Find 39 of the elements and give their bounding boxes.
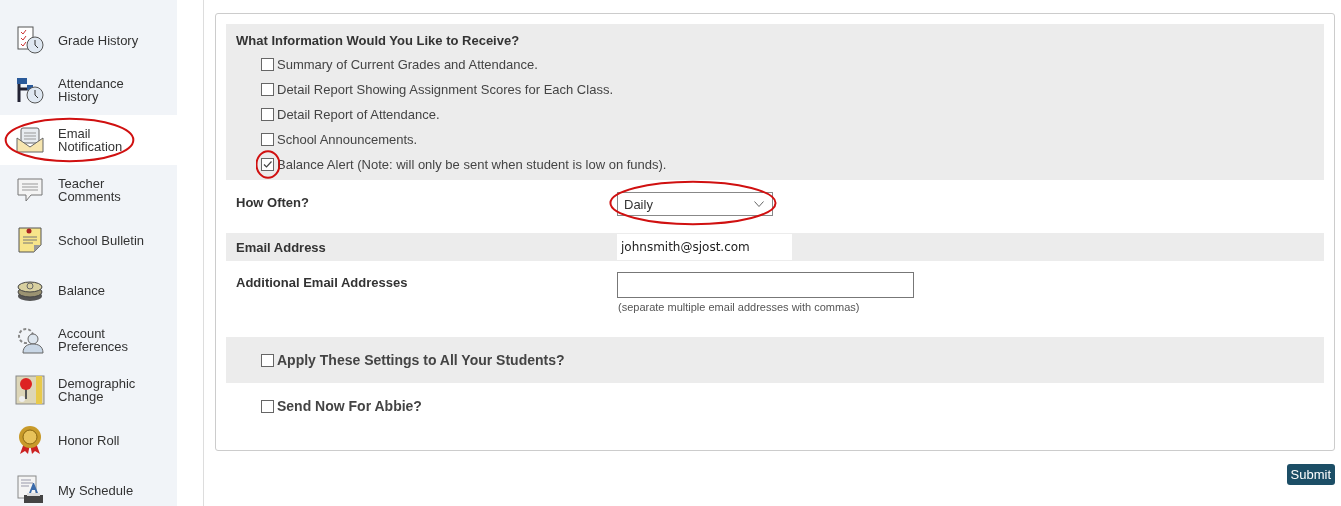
sidebar-item[interactable]: Honor Roll (0, 415, 177, 465)
sidebar-item[interactable]: Demographic Change (0, 365, 177, 415)
gear-person-icon (15, 325, 45, 355)
checkbox-label: Detail Report Showing Assignment Scores for Each Class. (277, 82, 613, 97)
sidebar-item[interactable]: Grade History (0, 15, 177, 65)
checkbox[interactable] (261, 133, 274, 146)
sidebar-item[interactable]: Balance (0, 265, 177, 315)
envelope-icon (15, 125, 45, 155)
checkbox[interactable] (261, 353, 274, 367)
frequency-dropdown[interactable]: Daily (617, 192, 773, 216)
flowchart-clock-icon (15, 75, 45, 105)
checkbox-label: Detail Report of Attendance. (277, 107, 440, 122)
sidebar-item[interactable]: School Bulletin (0, 215, 177, 265)
checkbox[interactable] (261, 58, 274, 71)
checkbox-label: Apply These Settings to All Your Students? (277, 352, 565, 368)
checkbox[interactable] (261, 108, 274, 121)
section-heading: What Information Would You Like to Receive? (236, 33, 521, 48)
sidebar-item[interactable]: Teacher Comments (0, 165, 177, 215)
field-label: Email Address (236, 239, 327, 255)
checkbox-label: Summary of Current Grades and Attendance. (277, 57, 538, 72)
checkbox[interactable] (261, 158, 274, 171)
submit-button[interactable]: Submit (1286, 464, 1335, 485)
sidebar-item[interactable]: Account Preferences (0, 315, 177, 365)
input-field[interactable] (617, 272, 914, 298)
checkbox[interactable] (261, 83, 274, 96)
chevron-down-icon (754, 201, 764, 207)
sidebar-item[interactable]: My Schedule (0, 465, 177, 506)
sidebar-item[interactable]: Attendance History (0, 65, 177, 115)
checkbox-label: School Announcements. (277, 132, 418, 147)
note-icon (15, 225, 45, 255)
map-pin-icon (15, 375, 45, 405)
checkbox-label: Send Now For Abbie? (277, 398, 422, 414)
checkbox[interactable] (261, 399, 274, 413)
sidebar-item[interactable]: Email Notification (0, 115, 177, 165)
email-value: johnsmith@sjost.com (617, 234, 792, 260)
hint-text: (separate multiple email addresses with commas) (618, 301, 861, 313)
checklist-clock-icon (15, 25, 45, 55)
field-label: Additional Email Addresses (236, 274, 409, 290)
field-label: How Often? (236, 195, 310, 210)
